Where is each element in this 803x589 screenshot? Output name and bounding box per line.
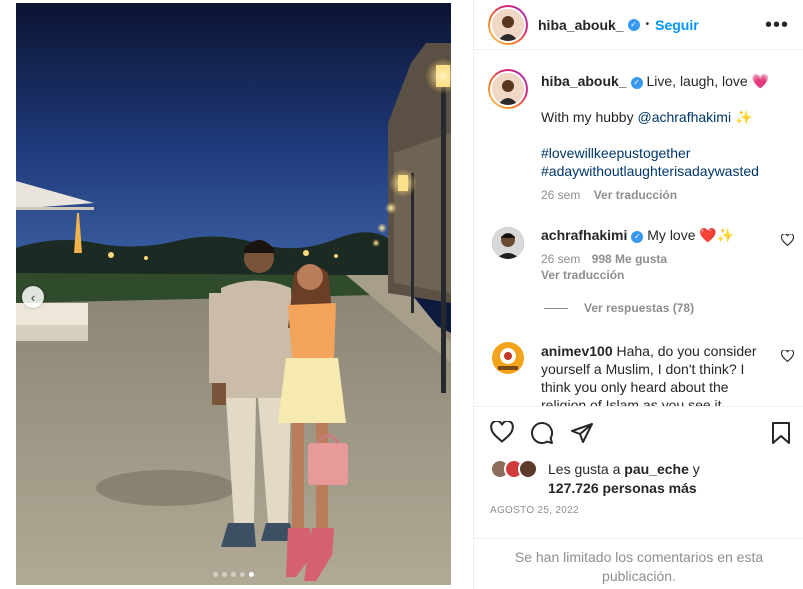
caption-text: With my hubby: [541, 109, 634, 125]
sparkles-emoji: ✨: [734, 109, 753, 125]
avatar-photo: [490, 6, 526, 43]
limited-notice-text: Se han limitado los comentarios en esta …: [514, 549, 764, 584]
caption-meta: 26 sem Ver traducción: [541, 188, 791, 202]
instagram-post-window: ‹ hiba_abouk_ ✓ • Seguir ••• hiba_abouk_…: [0, 0, 803, 589]
follow-button[interactable]: Seguir: [655, 17, 699, 33]
hashtag-link[interactable]: #adaywithoutlaughterisadaywasted: [541, 162, 791, 180]
avatar-photo: [490, 71, 526, 107]
author-avatar[interactable]: [488, 4, 528, 45]
chevron-left-icon: ‹: [30, 289, 36, 305]
divider: [544, 307, 568, 309]
caption-text: Live, laugh, love 💗: [646, 73, 769, 89]
caption: hiba_abouk_ ✓ Live, laugh, love 💗 With my…: [541, 72, 791, 202]
heart-icon[interactable]: [780, 349, 795, 365]
likes-summary: Les gusta a pau_eche y 127.726 personas …: [490, 458, 790, 498]
verified-badge-icon: ✓: [627, 18, 640, 31]
caption-username[interactable]: hiba_abouk_: [541, 73, 627, 89]
caption-line2: With my hubby @achrafhakimi ✨: [541, 108, 791, 126]
likes-text: Les gusta a pau_eche y 127.726 personas …: [548, 460, 700, 498]
bookmark-icon[interactable]: [770, 421, 792, 448]
more-icon[interactable]: •••: [765, 15, 789, 35]
share-icon[interactable]: [570, 421, 594, 448]
heart-icon[interactable]: [780, 233, 795, 249]
likes-count[interactable]: 127.726 personas más: [548, 480, 697, 496]
carousel-indicator: [16, 572, 451, 577]
translate-link[interactable]: Ver traducción: [594, 188, 677, 202]
avatar: [518, 459, 538, 479]
hashtag-link[interactable]: #lovewillkeepustogether: [541, 144, 791, 162]
photo-illustration: [16, 3, 451, 585]
heart-icon[interactable]: [490, 419, 514, 446]
post-header: hiba_abouk_ ✓ • Seguir •••: [474, 0, 803, 50]
post-photo[interactable]: ‹: [16, 3, 451, 585]
caption-avatar[interactable]: [488, 69, 528, 109]
commenter-username[interactable]: achrafhakimi: [541, 227, 627, 243]
carousel-prev-button[interactable]: ‹: [22, 286, 44, 308]
liker-username[interactable]: pau_eche: [624, 461, 689, 477]
commenter-avatar[interactable]: [492, 227, 524, 259]
header-separator: •: [645, 19, 650, 30]
comment-text: My love ❤️✨: [647, 227, 735, 243]
verified-badge-icon: ✓: [631, 231, 644, 243]
comments-limited-notice: Se han limitado los comentarios en esta …: [474, 538, 803, 589]
author-username[interactable]: hiba_abouk_: [538, 17, 624, 33]
action-bar: [474, 406, 803, 456]
carousel-dot: [213, 572, 218, 577]
comments-scroll[interactable]: hiba_abouk_ ✓ Live, laugh, love 💗 With my…: [474, 51, 803, 406]
caption-hashtags: #lovewillkeepustogether #adaywithoutlaug…: [541, 144, 791, 180]
likes-prefix: Les gusta a: [548, 461, 621, 477]
likes-joiner: y: [692, 461, 700, 477]
liker-avatars[interactable]: [490, 458, 538, 480]
comment-icon[interactable]: [530, 421, 554, 448]
verified-badge-icon: ✓: [630, 77, 643, 89]
view-replies-label: Ver respuestas (78): [584, 301, 695, 315]
commenter-avatar[interactable]: [492, 342, 524, 374]
translate-link[interactable]: Ver traducción: [541, 268, 781, 282]
carousel-dot: [240, 572, 245, 577]
caption-age: 26 sem: [541, 188, 581, 202]
comment-likes[interactable]: 998 Me gusta: [592, 252, 667, 266]
carousel-dot: [222, 572, 227, 577]
comment-item: achrafhakimi ✓ My love ❤️✨ 26 sem 998 Me …: [541, 226, 781, 282]
commenter-username[interactable]: animev100: [541, 343, 613, 359]
post-date[interactable]: AGOSTO 25, 2022: [490, 505, 579, 516]
comment-item: animev100 Haha, do you consider yourself…: [541, 342, 776, 406]
comment-age: 26 sem: [541, 252, 581, 266]
comment-meta: 26 sem 998 Me gusta: [541, 252, 781, 266]
carousel-dot: [231, 572, 236, 577]
mention-link[interactable]: @achrafhakimi: [637, 109, 731, 125]
caption-line1: hiba_abouk_ ✓ Live, laugh, love 💗: [541, 72, 791, 90]
view-replies-button[interactable]: Ver respuestas (78): [544, 301, 694, 315]
carousel-dot: [249, 572, 254, 577]
post-sidebar: hiba_abouk_ ✓ • Seguir ••• hiba_abouk_ ✓ …: [473, 0, 803, 589]
